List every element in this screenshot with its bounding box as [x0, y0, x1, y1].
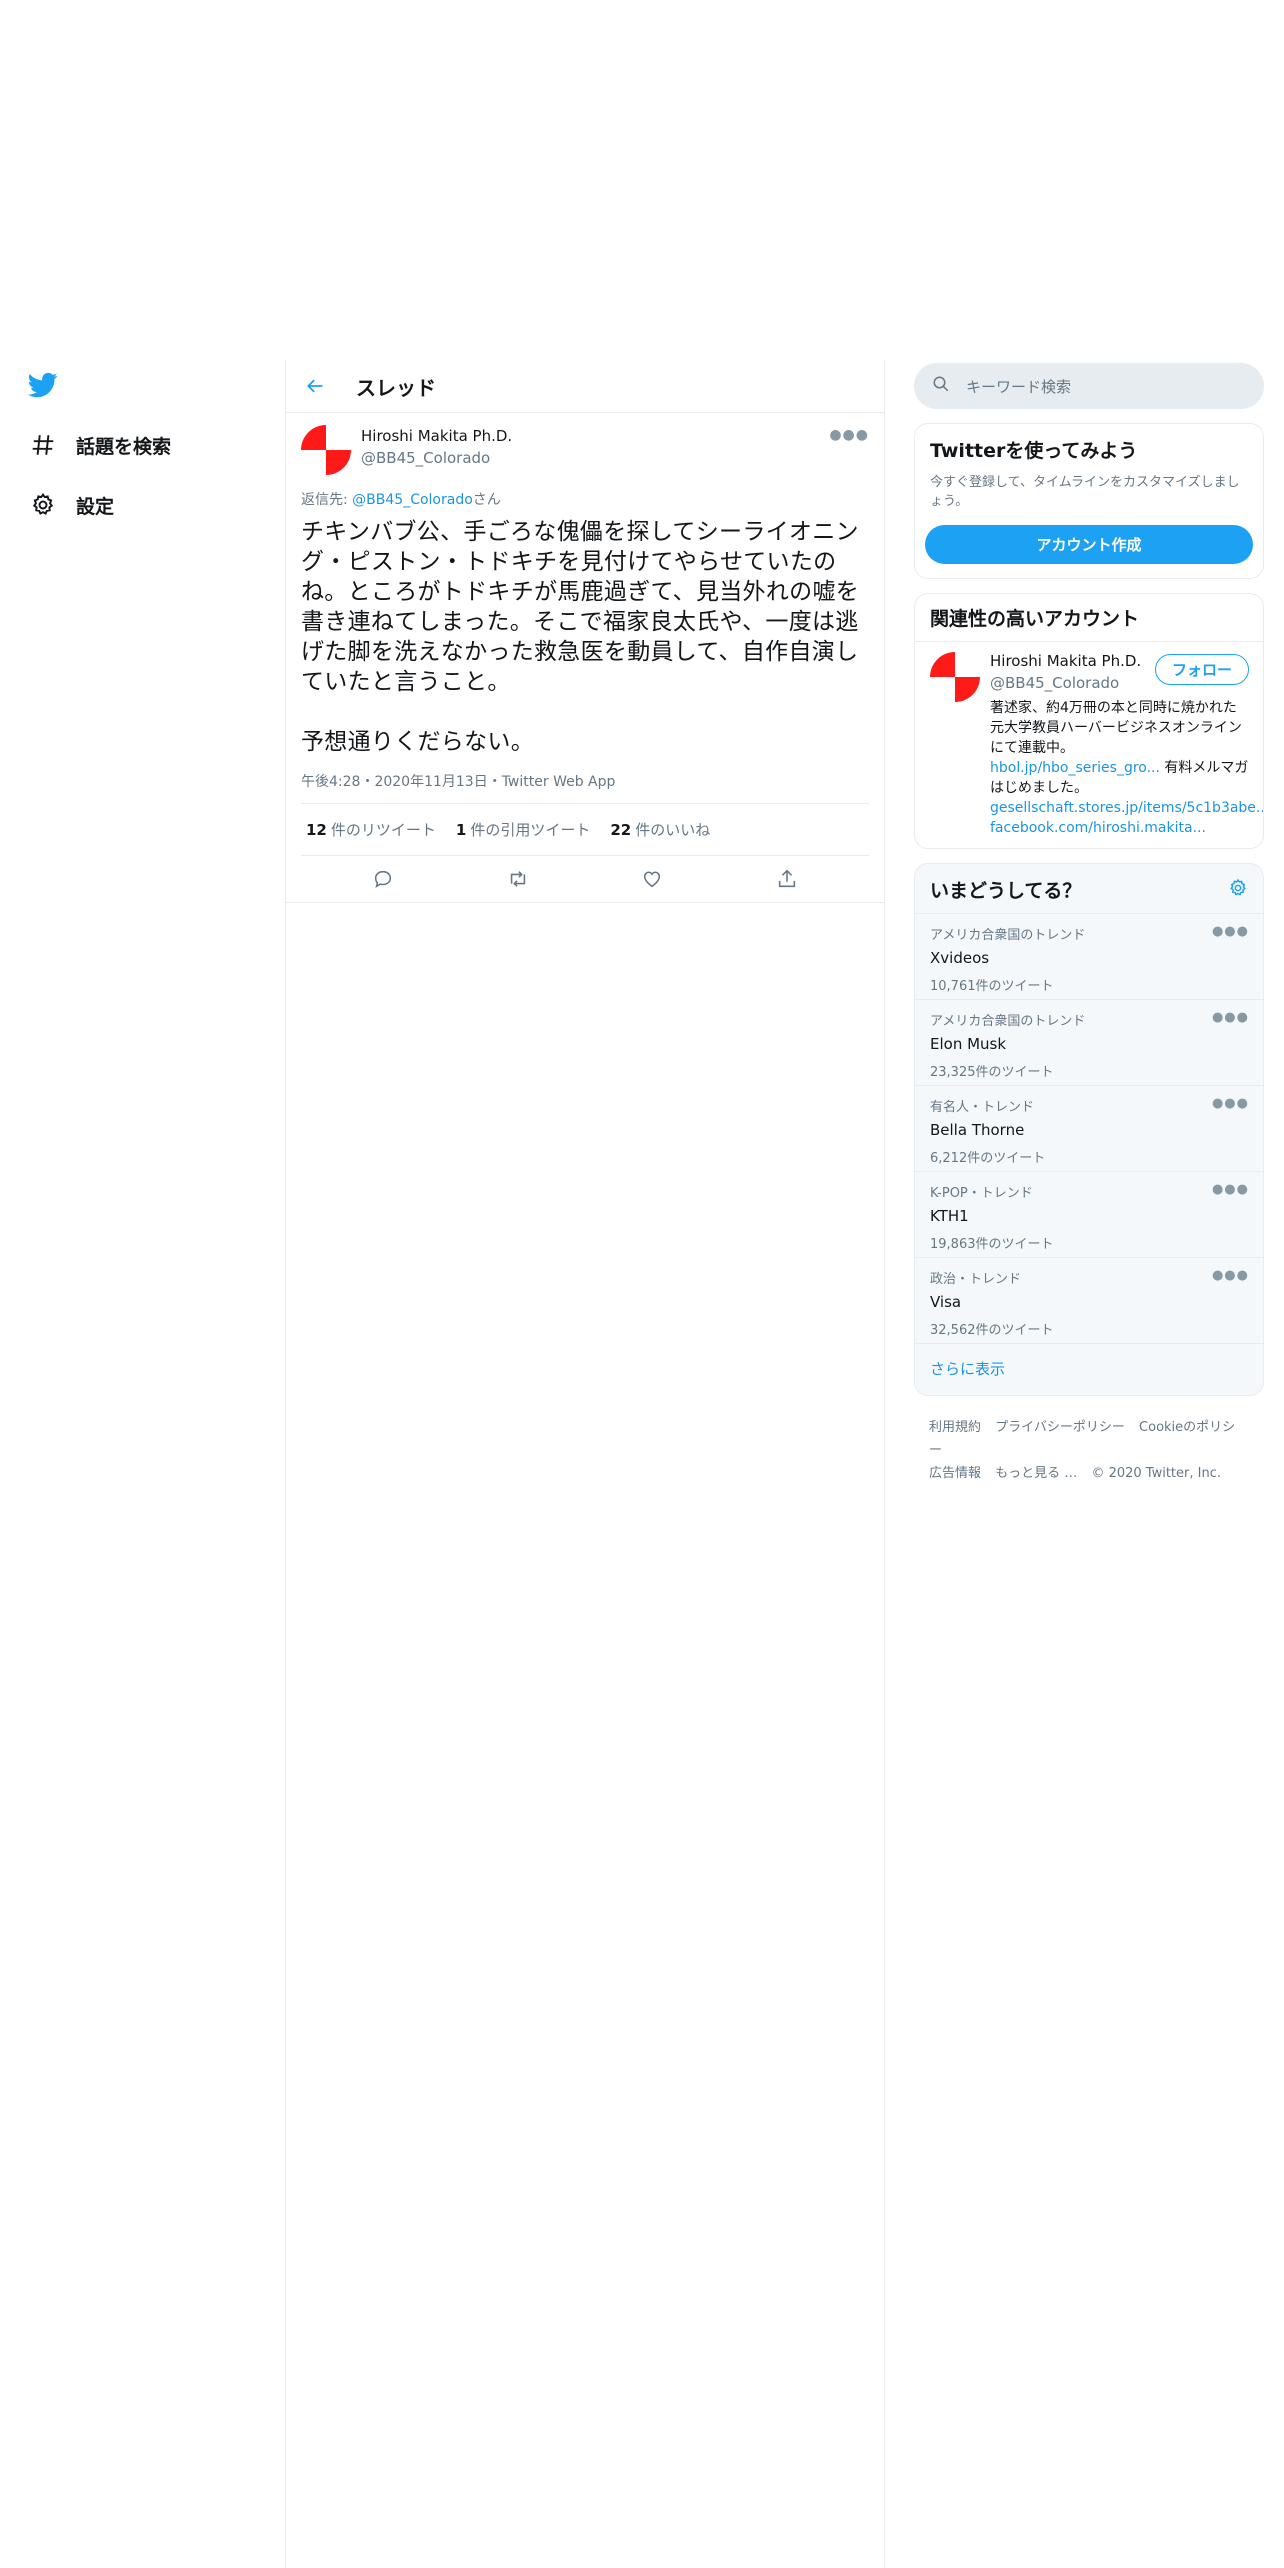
trend-context: 有名人・トレンド	[930, 1100, 1035, 1115]
nav-item-explore[interactable]: 話題を検索	[28, 425, 171, 465]
trends-header: いまどうしてる？	[915, 864, 1263, 914]
trend-item[interactable]: 政治・トレンド Visa 32,562件のツイート ●●●	[915, 1258, 1263, 1344]
reply-handle-link[interactable]: @BB45_Colorado	[352, 492, 473, 508]
tweet-timestamp[interactable]: 午後4:28・2020年11月13日・Twitter Web App	[301, 771, 869, 803]
trend-count: 32,562件のツイート	[930, 1323, 1054, 1338]
tweet: Hiroshi Makita Ph.D. @BB45_Colorado ●●● …	[286, 413, 884, 903]
quote-count[interactable]: 1 件の引用ツイート	[456, 819, 590, 840]
bio-text: 著述家、約4万冊の本と同時に焼かれた元大学教員ハーバービジネスオンラインにて連載…	[990, 700, 1242, 756]
like-number: 22	[610, 821, 632, 839]
related-user-bio: 著述家、約4万冊の本と同時に焼かれた元大学教員ハーバービジネスオンラインにて連載…	[990, 698, 1263, 838]
reply-suffix: さん	[472, 492, 501, 508]
twitter-logo-icon[interactable]	[26, 370, 66, 404]
signup-title: Twitterを使ってみよう	[930, 440, 1138, 462]
main-column: スレッド Hiroshi Makita Ph.D. @BB45_Colorado…	[285, 360, 885, 2568]
follow-button[interactable]: フォロー	[1154, 654, 1249, 685]
more-options-icon[interactable]: ●●●	[1212, 1182, 1249, 1197]
related-user[interactable]: Hiroshi Makita Ph.D. @BB45_Colorado 著述家、…	[915, 642, 1263, 848]
more-options-icon[interactable]: ●●●	[829, 427, 869, 443]
page-title: スレッド	[356, 375, 436, 400]
footer-copyright: © 2020 Twitter, Inc.	[1091, 1466, 1221, 1481]
related-accounts-card: 関連性の高いアカウント Hiroshi Makita Ph.D. @BB45_C…	[914, 593, 1264, 849]
footer: 利用規約 プライバシーポリシー Cookieのポリシー 広告情報 もっと見る ……	[914, 1396, 1264, 1485]
hashtag-icon	[28, 430, 58, 460]
signup-card: Twitterを使ってみよう 今すぐ登録して、タイムラインをカスタマイズしましょ…	[914, 423, 1264, 579]
trend-name: Xvideos	[930, 949, 990, 967]
like-heart-icon[interactable]	[634, 861, 670, 897]
trend-context: K-POP・トレンド	[930, 1186, 1033, 1201]
main-header: スレッド	[286, 360, 884, 413]
back-arrow-icon[interactable]	[300, 371, 330, 401]
search-input[interactable]: キーワード検索	[914, 363, 1264, 409]
tweet-actions	[286, 856, 884, 903]
avatar[interactable]	[930, 652, 980, 702]
nav-item-label: 設定	[76, 495, 115, 518]
trend-item[interactable]: K-POP・トレンド KTH1 19,863件のツイート ●●●	[915, 1172, 1263, 1258]
tweet-stats: 12 件のリツイート 1 件の引用ツイート 22 件のいいね	[301, 803, 869, 856]
bio-link-facebook[interactable]: facebook.com/hiroshi.makita...	[990, 820, 1206, 836]
trend-count: 19,863件のツイート	[930, 1237, 1054, 1252]
retweet-icon[interactable]	[500, 861, 536, 897]
retweet-number: 12	[306, 821, 327, 839]
trend-name: Visa	[930, 1293, 962, 1311]
quote-number: 1	[455, 821, 467, 839]
like-label: 件のいいね	[635, 821, 711, 839]
tweet-text: チキンバブ公、手ごろな傀儡を探してシーライオニング・ピストン・トドキチを見付けて…	[301, 519, 860, 755]
footer-link-privacy[interactable]: プライバシーポリシー	[995, 1420, 1125, 1435]
tweet-author[interactable]: Hiroshi Makita Ph.D. @BB45_Colorado	[301, 425, 869, 479]
trend-count: 10,761件のツイート	[930, 979, 1054, 994]
more-options-icon[interactable]: ●●●	[1212, 1010, 1249, 1025]
trends-title: いまどうしてる？	[930, 880, 1082, 902]
create-account-button[interactable]: アカウント作成	[925, 525, 1253, 564]
reply-to: 返信先: @BB45_Coloradoさん	[301, 489, 869, 509]
retweet-label: 件のリツイート	[330, 821, 436, 839]
reply-icon[interactable]	[365, 861, 401, 897]
more-options-icon[interactable]: ●●●	[1212, 1096, 1249, 1111]
author-text: Hiroshi Makita Ph.D. @BB45_Colorado	[361, 427, 512, 467]
signup-subtitle: 今すぐ登録して、タイムラインをカスタマイズしましょう。	[930, 475, 1240, 509]
trend-count: 6,212件のツイート	[930, 1151, 1046, 1166]
trend-name: Elon Musk	[930, 1035, 1007, 1053]
search-placeholder: キーワード検索	[966, 377, 1072, 396]
trend-name: KTH1	[930, 1207, 969, 1225]
trend-context: 政治・トレンド	[930, 1272, 1022, 1287]
nav-item-settings[interactable]: 設定	[28, 485, 114, 525]
retweet-count[interactable]: 12 件のリツイート	[306, 819, 436, 840]
gear-icon[interactable]	[1228, 878, 1248, 902]
right-sidebar: キーワード検索 Twitterを使ってみよう 今すぐ登録して、タイムラインをカス…	[914, 363, 1264, 1485]
search-icon	[932, 375, 950, 397]
quote-label: 件の引用ツイート	[470, 821, 591, 839]
more-options-icon[interactable]: ●●●	[1212, 924, 1249, 939]
author-name[interactable]: Hiroshi Makita Ph.D.	[361, 427, 512, 445]
trend-count: 23,325件のツイート	[930, 1065, 1054, 1080]
footer-link-terms[interactable]: 利用規約	[929, 1420, 981, 1435]
bio-link-stores[interactable]: gesellschaft.stores.jp/items/5c1b3abe...	[990, 800, 1263, 816]
footer-link-more[interactable]: もっと見る …	[995, 1466, 1077, 1481]
trend-item[interactable]: 有名人・トレンド Bella Thorne 6,212件のツイート ●●●	[915, 1086, 1263, 1172]
avatar[interactable]	[301, 425, 351, 475]
trend-context: アメリカ合衆国のトレンド	[930, 928, 1086, 943]
trend-name: Bella Thorne	[930, 1121, 1025, 1139]
trend-context: アメリカ合衆国のトレンド	[930, 1014, 1086, 1029]
more-options-icon[interactable]: ●●●	[1212, 1268, 1249, 1283]
author-handle[interactable]: @BB45_Colorado	[361, 449, 512, 467]
trend-item[interactable]: アメリカ合衆国のトレンド Xvideos 10,761件のツイート ●●●	[915, 914, 1263, 1000]
bio-link-hbol[interactable]: hbol.jp/hbo_series_gro...	[990, 760, 1160, 776]
share-icon[interactable]	[769, 861, 805, 897]
trends-card: いまどうしてる？ アメリカ合衆国のトレンド Xvideos 10,761件のツイ…	[914, 863, 1264, 1396]
like-count[interactable]: 22 件のいいね	[610, 819, 710, 840]
trend-item[interactable]: アメリカ合衆国のトレンド Elon Musk 23,325件のツイート ●●●	[915, 1000, 1263, 1086]
app-root: 話題を検索 設定 スレッド Hiroshi Makita Ph.D. @BB45…	[0, 0, 1284, 2568]
nav-item-label: 話題を検索	[76, 435, 172, 458]
gear-icon	[28, 490, 58, 520]
show-more-link[interactable]: さらに表示	[915, 1344, 1263, 1395]
related-title: 関連性の高いアカウント	[915, 594, 1263, 642]
footer-link-ads[interactable]: 広告情報	[929, 1466, 981, 1481]
reply-prefix: 返信先:	[301, 492, 353, 508]
